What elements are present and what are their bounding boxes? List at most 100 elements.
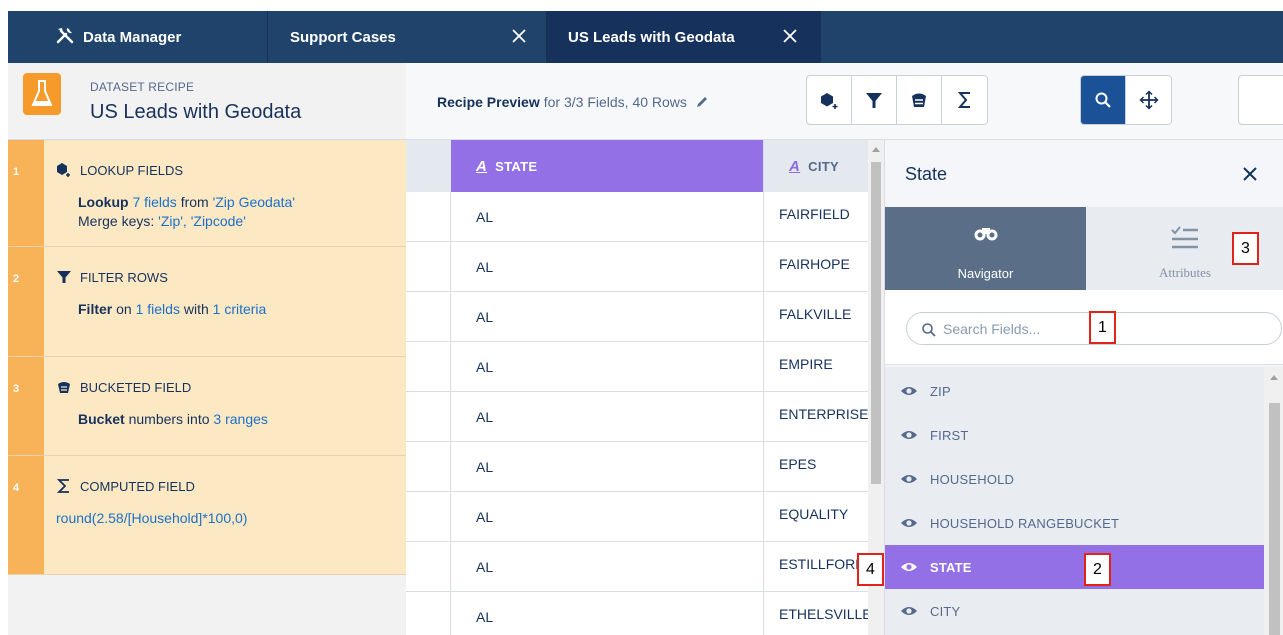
eye-icon[interactable] (900, 605, 918, 617)
preview-title: Recipe Preview (437, 94, 540, 110)
callout-badge: 3 (1232, 232, 1259, 265)
panel-title: State (905, 164, 948, 184)
search-area (885, 290, 1283, 365)
eye-icon[interactable] (900, 385, 918, 397)
step-verb: Bucket (78, 411, 125, 427)
recipe-panel-footer (8, 575, 406, 635)
column-header-state[interactable]: A STATE (451, 140, 763, 192)
close-icon[interactable] (779, 25, 801, 47)
checklist-icon (1171, 226, 1198, 249)
step-title-text: LOOKUP FIELDS (80, 162, 184, 178)
close-icon[interactable] (508, 25, 530, 47)
text-type-icon: A (789, 157, 801, 175)
step-text: with (183, 301, 209, 317)
row-index-cell (406, 242, 451, 291)
recipe-step-bucket[interactable]: 3 BUCKETED FIELD Bucket numbers into 3 r… (8, 357, 406, 456)
table-row[interactable]: AL EMPIRE (406, 342, 868, 392)
transform-button-group (806, 75, 988, 125)
more-button[interactable] (1238, 75, 1283, 125)
tools-icon (56, 28, 74, 44)
merge-keys-link[interactable]: 'Zip', 'Zipcode' (158, 213, 246, 229)
step-verb: Filter (78, 301, 113, 317)
sigma-icon (56, 479, 69, 493)
list-item-state[interactable]: STATE (885, 545, 1264, 589)
search-button[interactable] (1081, 76, 1126, 124)
row-index-cell (406, 542, 451, 591)
tab-navigator-label: Navigator (957, 266, 1014, 281)
criteria-link[interactable]: 1 criteria (213, 301, 267, 317)
cell-state: AL (476, 459, 494, 475)
filter-button[interactable] (852, 76, 897, 124)
tab-data-manager[interactable]: Data Manager (8, 11, 268, 63)
ranges-link[interactable]: 3 ranges (213, 411, 267, 427)
fields-link[interactable]: 7 fields (132, 194, 176, 210)
eye-icon[interactable] (900, 473, 918, 485)
tab-navigator[interactable]: Navigator (885, 207, 1086, 290)
callout-badge: 4 (857, 553, 884, 586)
eye-icon[interactable] (900, 517, 918, 529)
tab-us-leads-label: US Leads with Geodata (568, 28, 735, 46)
filter-icon (866, 93, 882, 108)
field-list-scrollbar[interactable] (1264, 367, 1283, 635)
tab-support-cases-label: Support Cases (290, 28, 396, 46)
list-item-first[interactable]: FIRST (885, 413, 1264, 457)
field-label: ZIP (930, 383, 951, 399)
fields-link[interactable]: 1 fields (136, 301, 180, 317)
table-row[interactable]: AL FAIRHOPE (406, 242, 868, 292)
cell-city: EQUALITY (763, 492, 868, 541)
binoculars-icon (974, 228, 997, 241)
move-button[interactable] (1126, 76, 1171, 124)
preview-toolbar: Recipe Preview for 3/3 Fields, 40 Rows (406, 63, 1283, 140)
search-icon (1095, 92, 1111, 108)
list-item-zip[interactable]: ZIP (885, 369, 1264, 413)
panel-tabs: Navigator Attributes (885, 207, 1283, 290)
table-row[interactable]: AL ESTILLFORK (406, 542, 868, 592)
table-row[interactable]: AL EPES (406, 442, 868, 492)
data-grid: A STATE A CITY AL FAIRFIELD AL FAIRHOPE … (406, 140, 868, 635)
dataset-link[interactable]: 'Zip Geodata' (213, 194, 295, 210)
cell-city: EPES (763, 442, 868, 491)
tab-us-leads[interactable]: US Leads with Geodata (547, 11, 821, 63)
tab-support-cases[interactable]: Support Cases (269, 11, 547, 63)
recipe-step-lookup[interactable]: 1 LOOKUP FIELDS Lookup 7 fields from 'Zi… (8, 140, 406, 247)
step-number: 1 (8, 140, 44, 246)
step-title: LOOKUP FIELDS (56, 162, 183, 178)
scroll-up-arrow[interactable] (872, 147, 880, 152)
lookup-button[interactable] (807, 76, 852, 124)
eye-icon[interactable] (900, 429, 918, 441)
cell-state: AL (476, 409, 494, 425)
bucket-button[interactable] (897, 76, 942, 124)
scroll-up-arrow[interactable] (1270, 375, 1278, 380)
pencil-icon[interactable] (695, 95, 709, 109)
cell-city: ESTILLFORK (763, 542, 868, 591)
cell-city: EMPIRE (763, 342, 868, 391)
recipe-title: US Leads with Geodata (90, 101, 302, 123)
list-item-household-rangebucket[interactable]: HOUSEHOLD RANGEBUCKET (885, 501, 1264, 545)
top-bar: Data Manager Support Cases US Leads with… (0, 0, 1283, 63)
sigma-icon (957, 92, 970, 108)
eye-icon[interactable] (900, 561, 918, 573)
recipe-step-filter[interactable]: 2 FILTER ROWS Filter on 1 fields with 1 … (8, 247, 406, 357)
row-index-cell (406, 442, 451, 491)
recipe-header: DATASET RECIPE US Leads with Geodata (8, 63, 406, 140)
scrollbar-thumb[interactable] (871, 162, 881, 484)
step-number: 2 (8, 247, 44, 356)
compute-button[interactable] (942, 76, 987, 124)
move-icon (1138, 90, 1159, 110)
recipe-step-compute[interactable]: 4 COMPUTED FIELD round(2.58/[Household]*… (8, 456, 406, 575)
table-row[interactable]: AL FAIRFIELD (406, 192, 868, 242)
step-title-text: BUCKETED FIELD (80, 379, 192, 395)
table-row[interactable]: AL FALKVILLE (406, 292, 868, 342)
table-row[interactable]: AL EQUALITY (406, 492, 868, 542)
table-row[interactable]: AL ETHELSVILLE (406, 592, 868, 635)
step-number: 4 (8, 456, 44, 574)
column-header-label: STATE (495, 158, 538, 174)
callout-badge: 2 (1084, 553, 1111, 586)
scrollbar-thumb[interactable] (1269, 403, 1280, 635)
table-row[interactable]: AL ENTERPRISE (406, 392, 868, 442)
column-header-city[interactable]: A CITY (763, 140, 868, 192)
list-item-city[interactable]: CITY (885, 589, 1264, 633)
list-item-household[interactable]: HOUSEHOLD (885, 457, 1264, 501)
close-icon[interactable] (1238, 162, 1262, 186)
formula-link[interactable]: round(2.58/[Household]*100,0) (56, 510, 247, 526)
